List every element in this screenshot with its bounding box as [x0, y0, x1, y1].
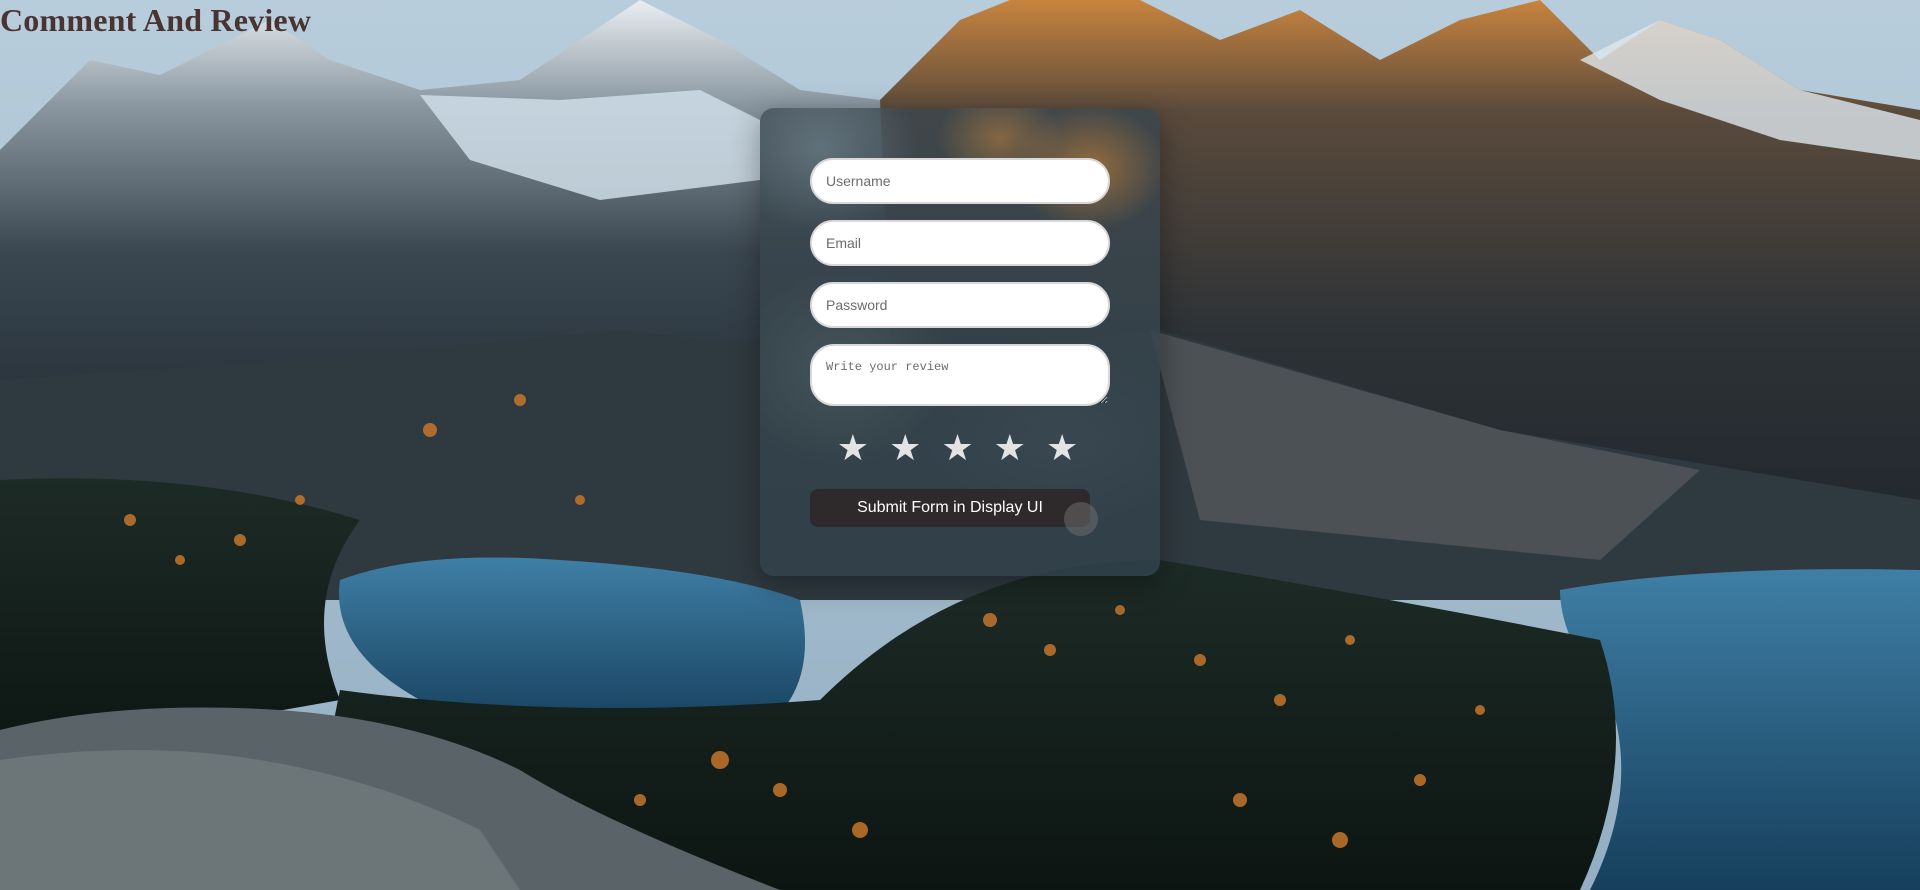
star-icon-3[interactable]: ★ — [941, 428, 978, 468]
review-form-card: ★ ★ ★ ★ ★ Submit Form in Display UI — [760, 108, 1160, 576]
star-icon-1[interactable]: ★ — [837, 428, 874, 468]
password-input[interactable] — [810, 282, 1110, 328]
username-input[interactable] — [810, 158, 1110, 204]
click-ripple-effect — [1064, 502, 1098, 536]
submit-button[interactable]: Submit Form in Display UI — [810, 489, 1090, 527]
star-rating: ★ ★ ★ ★ ★ — [760, 428, 1160, 468]
review-textarea[interactable] — [810, 344, 1110, 406]
email-input[interactable] — [810, 220, 1110, 266]
star-icon-2[interactable]: ★ — [889, 428, 926, 468]
star-icon-5[interactable]: ★ — [1046, 428, 1083, 468]
page-title: Comment And Review — [0, 2, 312, 38]
star-icon-4[interactable]: ★ — [994, 428, 1031, 468]
